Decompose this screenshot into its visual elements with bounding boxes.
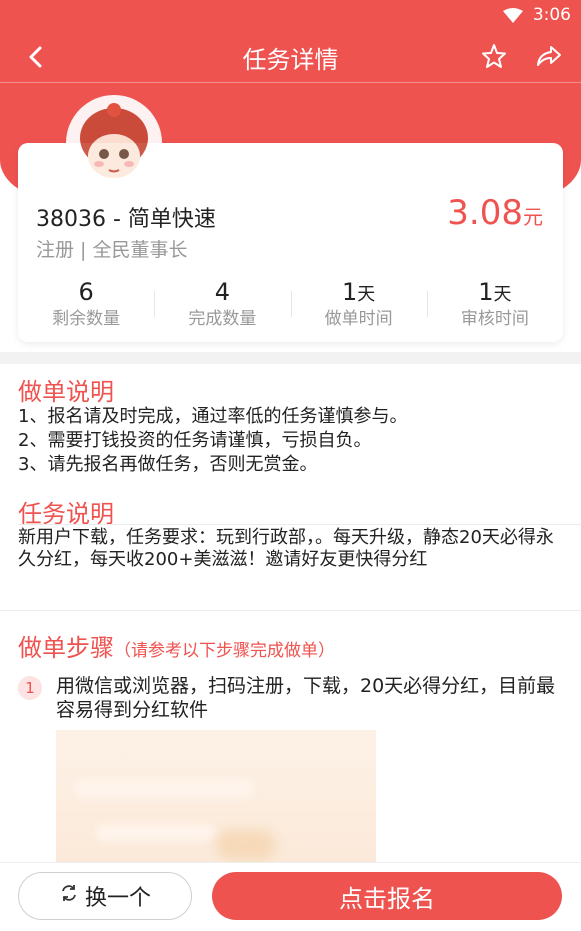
divider [0, 610, 581, 611]
price-unit: 元 [523, 205, 543, 229]
task-subtitle: 注册 | 全民董事长 [36, 239, 188, 261]
instruction-line: 3、请先报名再做任务，否则无赏金。 [18, 454, 318, 475]
stat-value: 4 [214, 278, 231, 306]
stat-label: 做单时间 [324, 309, 393, 329]
stat-review-time: 1天 审核时间 [426, 278, 563, 329]
stat-value: 6 [78, 278, 94, 306]
signup-button[interactable]: 点击报名 [212, 872, 562, 920]
stat-label: 剩余数量 [52, 309, 121, 329]
stat-label: 审核时间 [460, 309, 529, 329]
star-icon[interactable] [481, 43, 507, 73]
toolbar-divider [0, 82, 581, 83]
steps-title-text: 做单步骤 [18, 634, 114, 662]
instruction-line: 2、需要打钱投资的任务请谨慎，亏损自负。 [18, 430, 372, 451]
share-icon[interactable] [535, 43, 563, 73]
task-title: 38036 - 简单快速 [36, 207, 216, 232]
status-bar: 3:06 [0, 0, 581, 32]
stat-completed: 4 完成数量 [154, 279, 290, 329]
wifi-icon [503, 8, 523, 28]
change-task-label: 换一个 [84, 886, 151, 911]
stat-unit: 天 [493, 284, 512, 305]
avatar [66, 95, 162, 191]
instruction-line: 1、报名请及时完成，通过率低的任务谨慎参与。 [18, 406, 408, 427]
section-separator [0, 352, 581, 364]
steps-title: 做单步骤（请参考以下步骤完成做单） [18, 628, 335, 663]
task-price: 3.08元 [447, 193, 543, 233]
stat-work-time: 1天 做单时间 [290, 278, 427, 329]
task-description-text: 新用户下载，任务要求：玩到行政部，。每天升级，静态20天必得永久分红，每天收20… [18, 527, 554, 570]
bottom-bar: 换一个 点击报名 [0, 862, 581, 931]
stat-unit: 天 [357, 284, 376, 305]
step-number: 1 [18, 676, 42, 700]
blurred-text [96, 825, 216, 841]
refresh-icon [59, 883, 79, 909]
step-text: 用微信或浏览器，扫码注册，下载，20天必得分红，目前最容易得到分红软件 [56, 675, 556, 721]
task-stats: 6 剩余数量 4 完成数量 1天 做单时间 1天 审核时间 [18, 279, 563, 329]
stat-label: 完成数量 [188, 309, 257, 329]
blurred-text [74, 780, 254, 798]
steps-hint: （请参考以下步骤完成做单） [114, 641, 335, 661]
step-image[interactable] [56, 730, 376, 880]
status-time: 3:06 [532, 5, 571, 25]
blurred-shape [216, 830, 276, 860]
stat-value: 1 [341, 278, 358, 306]
instructions-title: 做单说明 [18, 378, 114, 406]
stat-value: 1 [478, 278, 494, 306]
toolbar: 任务详情 [0, 32, 581, 82]
change-task-button[interactable]: 换一个 [18, 872, 192, 920]
stat-remaining: 6 剩余数量 [18, 279, 154, 329]
divider [18, 524, 581, 525]
price-value: 3.08 [447, 193, 523, 233]
